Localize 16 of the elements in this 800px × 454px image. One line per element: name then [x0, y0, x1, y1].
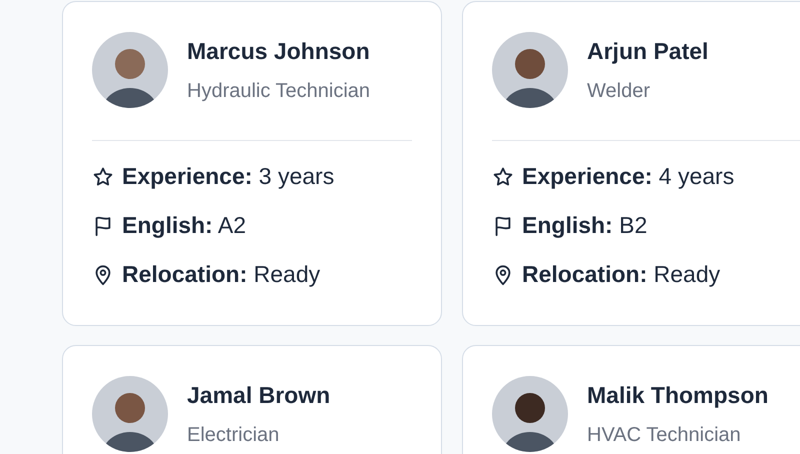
detail-text: English: A2 [122, 212, 246, 239]
candidate-role: Hydraulic Technician [187, 80, 370, 103]
detail-text: English: B2 [522, 212, 648, 239]
detail-text: Experience: 3 years [122, 163, 334, 190]
star-icon [492, 166, 514, 188]
detail-text: Relocation: Ready [522, 261, 720, 288]
candidate-role: HVAC Technician [587, 424, 742, 447]
detail-text: Experience: 4 years [522, 163, 734, 190]
candidate-role: Welder [587, 80, 651, 103]
detail-text: Relocation: Ready [122, 261, 320, 288]
candidate-name: Marcus Johnson [187, 38, 370, 65]
candidate-name: Arjun Patel [587, 38, 708, 65]
candidate-name: Malik Thompson [587, 382, 768, 409]
candidate-name: Jamal Brown [187, 382, 330, 409]
star-icon [92, 166, 114, 188]
candidate-role: Electrician [187, 424, 280, 447]
